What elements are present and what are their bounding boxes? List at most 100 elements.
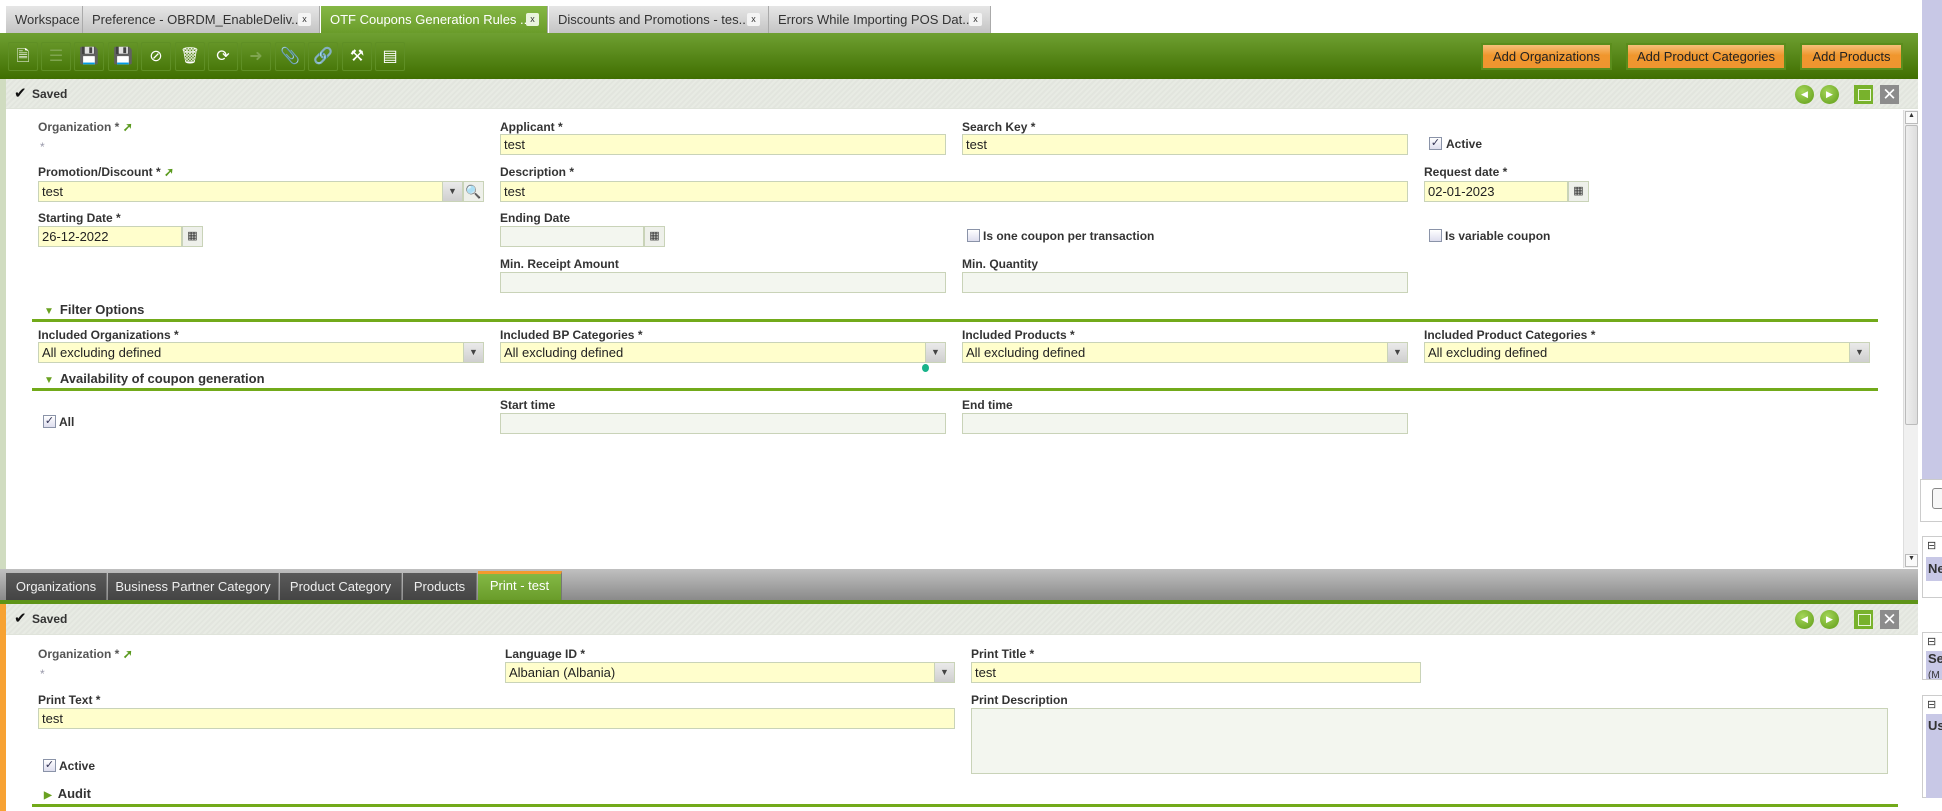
check-icon: ✔ xyxy=(14,85,27,102)
search-key-input[interactable]: test xyxy=(962,134,1408,155)
collapse-icon[interactable]: ⊟ xyxy=(1927,635,1936,648)
included-products-select[interactable]: All excluding defined ▼ xyxy=(962,342,1408,363)
tab-label: Preference - OBRDM_EnableDeliv... xyxy=(92,12,303,27)
link-icon[interactable]: 🔗 xyxy=(308,42,338,71)
included-prodcat-select[interactable]: All excluding defined ▼ xyxy=(1424,342,1870,363)
starting-date-input[interactable]: 26-12-2022 xyxy=(38,226,182,247)
close-icon[interactable]: x xyxy=(969,13,982,26)
ending-date-input[interactable] xyxy=(500,226,644,247)
one-coupon-label: Is one coupon per transaction xyxy=(983,229,1155,243)
save-icon[interactable]: 💾 xyxy=(74,42,104,71)
right-widget: ⊟ Ne xyxy=(1922,536,1942,598)
calendar-icon[interactable]: ▦ xyxy=(182,226,203,247)
tab-preference[interactable]: Preference - OBRDM_EnableDeliv... x xyxy=(83,6,320,33)
grid-view-icon[interactable]: ☰ xyxy=(41,42,71,71)
tab-otf-coupons[interactable]: OTF Coupons Generation Rules ... x xyxy=(321,6,548,33)
print-title-input[interactable]: test xyxy=(971,662,1421,683)
start-time-input[interactable] xyxy=(500,413,946,434)
print-description-label: Print Description xyxy=(971,693,1068,707)
all-checkbox[interactable]: ✓ xyxy=(43,415,56,428)
applicant-label: Applicant * xyxy=(500,120,563,134)
next-record-icon[interactable]: ▶ xyxy=(1820,85,1839,104)
scroll-down-icon[interactable]: ▼ xyxy=(1905,554,1918,567)
organization-value: * xyxy=(40,140,45,154)
included-orgs-select[interactable]: All excluding defined ▼ xyxy=(38,342,484,363)
child-organization-value: * xyxy=(40,667,45,681)
one-coupon-checkbox[interactable] xyxy=(967,229,980,242)
maximize-icon[interactable] xyxy=(1854,85,1873,104)
language-label: Language ID * xyxy=(505,647,586,661)
tab-errors-importing[interactable]: Errors While Importing POS Dat... x xyxy=(769,6,991,33)
child-active-checkbox[interactable]: ✓ xyxy=(43,759,56,772)
search-icon[interactable]: 🔍 xyxy=(463,181,484,202)
right-panel-button[interactable] xyxy=(1932,488,1942,509)
calendar-icon[interactable]: ▦ xyxy=(644,226,665,247)
refresh-icon[interactable]: ⟳ xyxy=(208,42,238,71)
status-text: Saved xyxy=(32,612,68,626)
print-text-input[interactable]: test xyxy=(38,708,955,729)
section-divider xyxy=(32,804,1898,807)
subtab-product-category[interactable]: Product Category xyxy=(280,573,402,600)
close-form-icon[interactable]: ✕ xyxy=(1880,85,1899,104)
maximize-icon[interactable] xyxy=(1854,610,1873,629)
active-label: Active xyxy=(1446,137,1483,151)
attachment-icon[interactable]: 📎 xyxy=(275,42,305,71)
language-select[interactable]: Albanian (Albania) ▼ xyxy=(505,662,955,683)
included-bp-select[interactable]: All excluding defined ▼ xyxy=(500,342,946,363)
chevron-down-icon: ▼ xyxy=(1387,343,1407,362)
previous-record-icon[interactable]: ◀ xyxy=(1795,610,1814,629)
min-receipt-label: Min. Receipt Amount xyxy=(500,257,619,271)
subtab-print-test[interactable]: Print - test xyxy=(478,571,562,600)
previous-record-icon[interactable]: ◀ xyxy=(1795,85,1814,104)
availability-section[interactable]: ▼ Availability of coupon generation xyxy=(44,371,265,386)
subtab-bp-category[interactable]: Business Partner Category xyxy=(108,573,279,600)
tools-icon[interactable]: ⚒ xyxy=(342,42,372,71)
min-quantity-input[interactable] xyxy=(962,272,1408,293)
end-time-input[interactable] xyxy=(962,413,1408,434)
tab-label: Errors While Importing POS Dat... xyxy=(778,12,974,27)
tab-discounts[interactable]: Discounts and Promotions - tes... x xyxy=(549,6,769,33)
request-date-input[interactable]: 02-01-2023 xyxy=(1424,181,1568,202)
variable-coupon-checkbox[interactable] xyxy=(1429,229,1442,242)
next-record-icon[interactable]: ▶ xyxy=(1820,610,1839,629)
child-active-label: Active xyxy=(59,759,96,773)
subtab-products[interactable]: Products xyxy=(403,573,477,600)
close-icon[interactable]: x xyxy=(747,13,760,26)
chevron-down-icon: ▼ xyxy=(934,663,954,682)
audit-section[interactable]: ▶ Audit xyxy=(44,786,91,801)
delete-icon[interactable]: 🗑 xyxy=(175,42,205,71)
close-form-icon[interactable]: ✕ xyxy=(1880,610,1899,629)
add-organizations-button[interactable]: Add Organizations xyxy=(1481,43,1612,70)
description-input[interactable]: test xyxy=(500,181,1408,202)
calendar-icon[interactable]: ▦ xyxy=(1568,181,1589,202)
print-title-label: Print Title * xyxy=(971,647,1035,661)
close-icon[interactable]: x xyxy=(526,13,539,26)
print-description-textarea[interactable] xyxy=(971,708,1888,774)
subtab-organizations[interactable]: Organizations xyxy=(6,573,107,600)
promotion-select[interactable]: test ▼ xyxy=(38,181,463,202)
save-close-icon[interactable]: 💾 xyxy=(108,42,138,71)
right-widget: ⊟ Us xyxy=(1922,695,1942,798)
chevron-down-icon: ▼ xyxy=(463,343,483,362)
layout-icon[interactable]: ▤ xyxy=(375,42,405,71)
min-receipt-input[interactable] xyxy=(500,272,946,293)
scroll-thumb[interactable] xyxy=(1905,125,1918,425)
add-product-categories-button[interactable]: Add Product Categories xyxy=(1626,43,1786,70)
close-icon[interactable]: x xyxy=(298,13,311,26)
add-products-button[interactable]: Add Products xyxy=(1800,43,1903,70)
applicant-input[interactable]: test xyxy=(500,134,946,155)
scroll-up-icon[interactable]: ▲ xyxy=(1905,111,1918,124)
chevron-down-icon[interactable]: ▼ xyxy=(442,182,462,201)
included-bp-label: Included BP Categories * xyxy=(500,328,643,342)
active-checkbox[interactable]: ✓ xyxy=(1429,137,1442,150)
filter-options-section[interactable]: ▼ Filter Options xyxy=(44,302,144,317)
form-scrollbar[interactable]: ▲ ▼ xyxy=(1903,110,1918,568)
undo-icon[interactable]: ⊘ xyxy=(141,42,171,71)
export-icon[interactable]: ➜ xyxy=(241,42,271,71)
right-panel-header xyxy=(1920,0,1942,479)
tab-label: OTF Coupons Generation Rules ... xyxy=(330,12,531,27)
tab-workspace[interactable]: Workspace xyxy=(6,6,83,33)
collapse-icon[interactable]: ⊟ xyxy=(1927,698,1936,711)
new-document-icon[interactable]: 🗎 xyxy=(8,42,38,71)
collapse-icon[interactable]: ⊟ xyxy=(1927,539,1936,552)
